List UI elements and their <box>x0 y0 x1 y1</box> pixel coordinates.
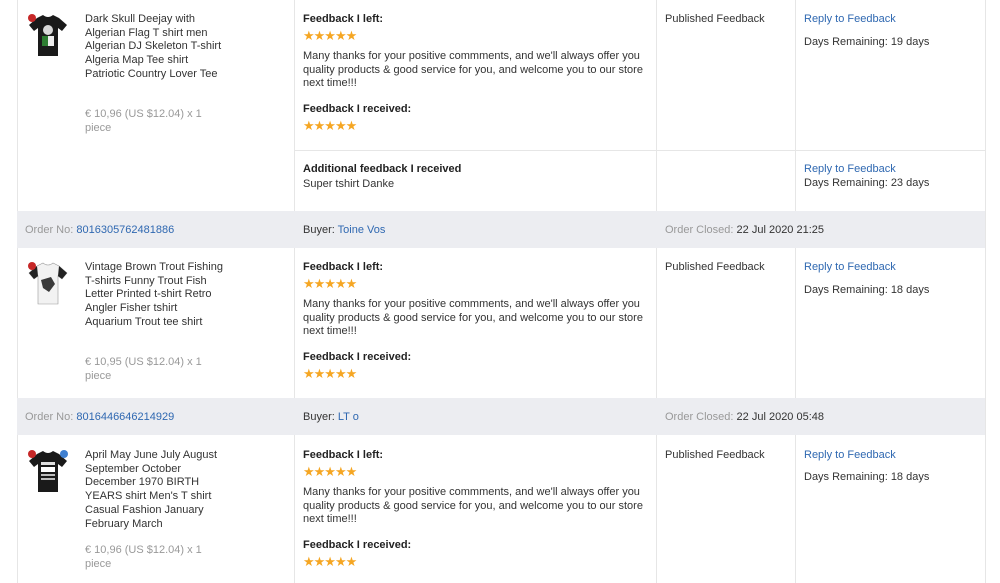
feedback-received-label: Feedback I received: <box>303 351 412 363</box>
feedback-received-stars: ★★★★★ <box>303 366 357 381</box>
days-remaining: Days Remaining: 18 days <box>804 471 930 483</box>
feedback-received-label: Feedback I received: <box>303 539 412 551</box>
product-price: € 10,96 (US $12.04) x 1 piece <box>85 108 202 134</box>
order-number: Order No: 8016446646214929 <box>25 411 174 423</box>
product-title[interactable]: Vintage Brown Trout Fishing T-shirts Fun… <box>85 261 225 330</box>
days-remaining: Days Remaining: 19 days <box>804 36 930 48</box>
order-closed-date: 22 Jul 2020 21:25 <box>736 224 825 236</box>
product-title[interactable]: April May June July August September Oct… <box>85 449 225 531</box>
days-remaining: Days Remaining: 18 days <box>804 284 930 296</box>
buyer-link[interactable]: Toine Vos <box>338 224 386 236</box>
feedback-left-stars: ★★★★★ <box>303 464 357 479</box>
feedback-left-stars: ★★★★★ <box>303 276 357 291</box>
table-left-border <box>17 0 18 583</box>
product-thumbnail[interactable] <box>25 12 71 58</box>
buyer-label: Buyer: <box>303 411 335 423</box>
feedback-left-label: Feedback I left: <box>303 13 384 25</box>
feedback-status: Published Feedback <box>665 13 765 25</box>
feedback-left-label: Feedback I left: <box>303 261 384 273</box>
order-closed-label: Order Closed: <box>665 224 734 236</box>
buyer-link[interactable]: LT o <box>338 411 359 423</box>
order-closed-date: 22 Jul 2020 05:48 <box>736 411 825 423</box>
order-number-link[interactable]: 8016446646214929 <box>76 411 174 423</box>
additional-feedback-label: Additional feedback I received <box>303 163 462 175</box>
days-remaining: Days Remaining: 23 days <box>804 177 930 189</box>
reply-to-feedback-link[interactable]: Reply to Feedback <box>804 261 896 273</box>
col-divider <box>656 0 657 583</box>
product-price: € 10,95 (US $12.04) x 1 piece <box>85 356 202 382</box>
order-closed: Order Closed: 22 Jul 2020 05:48 <box>665 411 824 423</box>
product-thumbnail[interactable] <box>25 260 71 306</box>
product-price: € 10,96 (US $12.04) x 1 piece <box>85 544 202 570</box>
feedback-left-text: Many thanks for your positive commments,… <box>303 298 643 338</box>
order-closed-label: Order Closed: <box>665 411 734 423</box>
reply-to-feedback-link[interactable]: Reply to Feedback <box>804 163 896 175</box>
col-divider <box>795 0 796 583</box>
feedback-received-stars: ★★★★★ <box>303 118 357 133</box>
feedback-status: Published Feedback <box>665 449 765 461</box>
feedback-received-label: Feedback I received: <box>303 103 412 115</box>
buyer-label: Buyer: <box>303 224 335 236</box>
feedback-status: Published Feedback <box>665 261 765 273</box>
product-title[interactable]: Dark Skull Deejay with Algerian Flag T s… <box>85 13 225 82</box>
reply-to-feedback-link[interactable]: Reply to Feedback <box>804 449 896 461</box>
feedback-left-text: Many thanks for your positive commments,… <box>303 486 643 526</box>
buyer: Buyer: Toine Vos <box>303 224 385 236</box>
order-closed: Order Closed: 22 Jul 2020 21:25 <box>665 224 824 236</box>
order-number: Order No: 8016305762481886 <box>25 224 174 236</box>
order-number-link[interactable]: 8016305762481886 <box>76 224 174 236</box>
table-right-border <box>985 0 986 583</box>
feedback-left-label: Feedback I left: <box>303 449 384 461</box>
row-divider <box>294 150 985 151</box>
feedback-left-stars: ★★★★★ <box>303 28 357 43</box>
order-number-label: Order No: <box>25 411 74 423</box>
buyer: Buyer: LT o <box>303 411 359 423</box>
product-thumbnail[interactable] <box>25 448 71 494</box>
additional-feedback-text: Super tshirt Danke <box>303 178 395 190</box>
col-divider <box>294 0 295 583</box>
order-number-label: Order No: <box>25 224 74 236</box>
feedback-left-text: Many thanks for your positive commments,… <box>303 50 643 90</box>
reply-to-feedback-link[interactable]: Reply to Feedback <box>804 13 896 25</box>
feedback-received-stars: ★★★★★ <box>303 554 357 569</box>
